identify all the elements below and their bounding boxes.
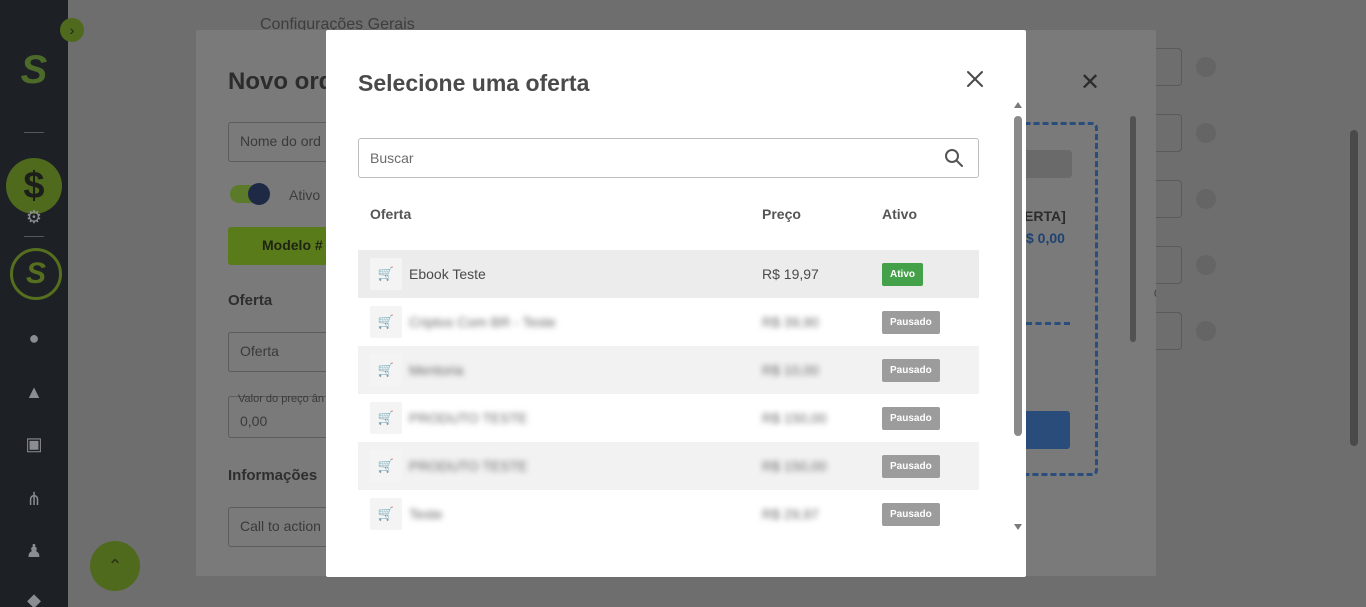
shopping-bag-icon[interactable]: ▲ [22,380,46,404]
close-icon[interactable] [964,68,986,90]
search-input[interactable] [358,138,979,178]
help-icon[interactable] [1196,189,1216,209]
status-badge: Pausado [882,454,940,478]
status-badge: Pausado [882,310,940,334]
toggle-label: Ativo [289,187,321,203]
table-row[interactable]: 🛒 Ebook Teste R$ 19,97 Ativo [358,250,979,298]
cart-icon: 🛒 [370,354,402,386]
help-icon[interactable] [1196,321,1216,341]
offer-name: Criptos Com BR - Teste [409,314,556,330]
modal-scrollbar[interactable] [1014,116,1022,436]
table-row[interactable]: 🛒 PRODUTO TESTE R$ 150,00 Pausado [358,442,979,490]
scroll-up-arrow[interactable] [1014,102,1022,108]
page-scrollbar[interactable] [1350,130,1358,446]
column-header-offer: Oferta [370,206,412,222]
column-header-active: Ativo [882,206,917,222]
presentation-icon[interactable]: ▣ [22,432,46,456]
offer-price: R$ 19,97 [762,266,819,282]
active-toggle[interactable] [230,183,270,205]
chef-hat-icon[interactable]: ● [22,326,46,350]
modal-title: Selecione uma oferta [358,70,590,96]
search-icon[interactable] [944,148,964,168]
offers-table: Oferta Preço Ativo 🛒 Ebook Teste R$ 19,9… [358,190,979,537]
select-offer-modal: Selecione uma oferta Oferta Preço Ativo … [326,30,1026,577]
offer-name: Teste [409,506,443,522]
cart-icon: 🛒 [370,258,402,290]
cart-icon: 🛒 [370,402,402,434]
preview-price: $ 0,00 [1026,230,1065,246]
diamond-icon[interactable]: ◆ [22,588,46,607]
gear-icon[interactable]: ⚙ [22,205,46,229]
offer-price: R$ 150,00 [762,458,827,474]
modal-title: Novo ord [228,68,334,95]
offer-price: R$ 29,97 [762,506,819,522]
logo-ring-icon[interactable]: S [10,248,62,300]
table-row[interactable]: 🛒 Mentoria R$ 10,00 Pausado [358,346,979,394]
network-icon[interactable]: ⋔ [22,487,46,511]
table-header: Oferta Preço Ativo [358,190,979,238]
cart-icon: 🛒 [370,450,402,482]
cart-icon: 🛒 [370,306,402,338]
table-row[interactable]: 🛒 Teste R$ 29,97 Pausado [358,490,979,537]
sidebar: S $ ⚙ S ● ▲ ▣ ⋔ ♟ ◆ [0,0,68,607]
sidebar-divider [24,236,44,237]
column-header-price: Preço [762,206,801,222]
offer-name: Mentoria [409,362,464,378]
brand-logo[interactable]: S [14,48,54,92]
status-badge: Pausado [882,358,940,382]
section-title-offer: Oferta [228,292,273,309]
offer-price: R$ 10,00 [762,362,819,378]
scroll-to-top-button[interactable]: ⌃ [90,541,140,591]
help-icon[interactable] [1196,255,1216,275]
status-badge: Ativo [882,262,923,286]
modal-scrollbar[interactable] [1130,116,1136,342]
sidebar-divider [24,132,44,133]
table-row[interactable]: 🛒 PRODUTO TESTE R$ 150,00 Pausado [358,394,979,442]
users-icon[interactable]: ♟ [22,539,46,563]
table-row[interactable]: 🛒 Criptos Com BR - Teste R$ 39,90 Pausad… [358,298,979,346]
section-title-info: Informações [228,467,318,484]
status-badge: Pausado [882,502,940,526]
help-icon[interactable] [1196,123,1216,143]
close-icon[interactable]: ✕ [1080,68,1100,97]
offer-price: R$ 150,00 [762,410,827,426]
offer-name: PRODUTO TESTE [409,410,528,426]
side-value: 00 [1154,288,1156,300]
sidebar-expand-button[interactable]: › [60,18,84,42]
scroll-down-arrow[interactable] [1014,524,1022,530]
cart-icon: 🛒 [370,498,402,530]
offer-price: R$ 39,90 [762,314,819,330]
price-label: Valor do preço ân [238,393,325,405]
status-badge: Pausado [882,406,940,430]
offer-name: Ebook Teste [409,266,486,282]
preview-offer-text: ERTA] [1024,208,1066,224]
offer-name: PRODUTO TESTE [409,458,528,474]
help-icon[interactable] [1196,57,1216,77]
